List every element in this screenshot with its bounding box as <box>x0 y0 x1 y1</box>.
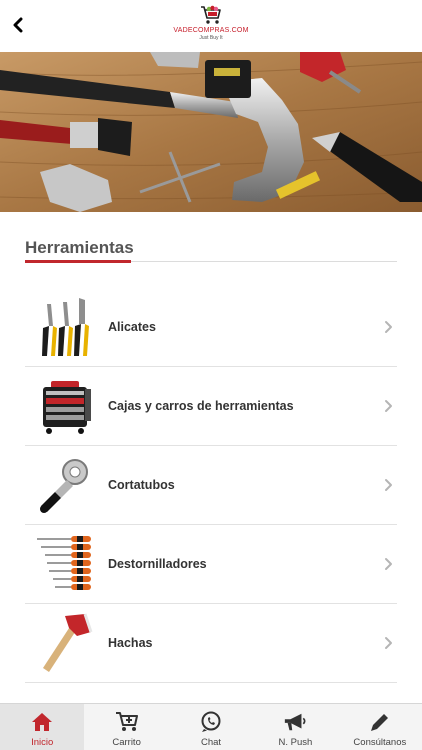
shopping-cart-logo <box>201 5 221 24</box>
megaphone-icon <box>283 711 307 733</box>
logo-tagline: Just Buy It <box>199 35 223 41</box>
tab-inicio[interactable]: Inicio <box>0 704 85 750</box>
category-label: Cajas y carros de herramientas <box>108 399 294 413</box>
pencil-icon <box>368 711 392 733</box>
category-item-cajas-carros[interactable]: Cajas y carros de herramientas <box>25 367 397 446</box>
category-item-alicates[interactable]: Alicates <box>25 288 397 367</box>
category-label: Destornilladores <box>108 557 207 571</box>
tool-cart-image <box>33 373 97 439</box>
bottom-tab-bar: Inicio Carrito Chat N. Push Consúltanos <box>0 703 422 750</box>
tab-label: Carrito <box>112 737 141 748</box>
section-accent-bar <box>25 260 131 263</box>
chevron-right-icon <box>385 321 392 333</box>
tab-label: Inicio <box>31 737 54 748</box>
chevron-right-icon <box>385 479 392 491</box>
home-icon <box>30 711 54 733</box>
chevron-right-icon <box>385 558 392 570</box>
back-button[interactable] <box>6 12 30 38</box>
category-list: Alicates Cajas y carros de herramientas <box>25 288 397 683</box>
category-label: Alicates <box>108 320 156 334</box>
pipe-cutter-image <box>33 452 97 518</box>
category-label: Cortatubos <box>108 478 175 492</box>
whatsapp-icon <box>199 711 223 733</box>
tab-carrito[interactable]: Carrito <box>84 704 168 750</box>
tab-consultanos[interactable]: Consúltanos <box>338 704 422 750</box>
axe-image <box>33 610 97 676</box>
brand-logo[interactable]: VADECOMPRAS.COM Just Buy It <box>171 4 251 48</box>
hero-banner <box>0 52 422 212</box>
chevron-right-icon <box>385 637 392 649</box>
cart-add-icon <box>115 711 139 733</box>
tab-label: Consúltanos <box>353 737 407 748</box>
section-title: Herramientas <box>25 238 134 257</box>
tab-label: N. Push <box>278 737 313 748</box>
screwdrivers-image <box>33 531 97 597</box>
category-item-destornilladores[interactable]: Destornilladores <box>25 525 397 604</box>
category-label: Hachas <box>108 636 153 650</box>
logo-name: VADECOMPRAS.COM <box>173 27 249 34</box>
tab-n-push[interactable]: N. Push <box>253 704 337 750</box>
chevron-right-icon <box>385 400 392 412</box>
tab-label: Chat <box>200 737 222 748</box>
app-header: VADECOMPRAS.COM Just Buy It <box>0 0 422 52</box>
category-item-hachas[interactable]: Hachas <box>25 604 397 683</box>
tab-chat[interactable]: Chat <box>169 704 253 750</box>
category-item-cortatubos[interactable]: Cortatubos <box>25 446 397 525</box>
chevron-left-icon <box>13 17 23 33</box>
pliers-image <box>33 294 97 360</box>
tools-banner-image <box>0 52 422 212</box>
